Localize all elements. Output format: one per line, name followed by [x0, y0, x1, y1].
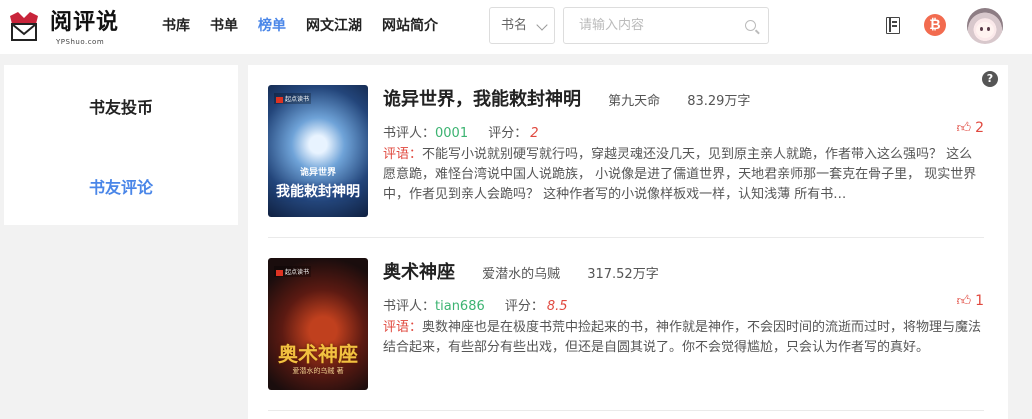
divider — [268, 237, 984, 238]
avatar-eye — [980, 27, 983, 31]
review-meta: 书评人：tian686 评分： 8.5 — [383, 295, 568, 314]
user-avatar[interactable] — [967, 8, 1003, 44]
nav-item-library[interactable]: 书库 — [162, 16, 190, 36]
nav-item-about[interactable]: 网站简介 — [382, 16, 438, 36]
sidebar-item-coin-voting[interactable]: 书友投币 — [4, 94, 238, 118]
review-label: 评语： — [383, 320, 423, 335]
chevron-down-icon — [536, 19, 548, 31]
word-count: 83.29万字 — [687, 94, 751, 109]
review-content: 不能写小说就别硬写就行吗，穿越灵魂还没几天，见到原主亲人就跪，作者带入这么强吗？… — [383, 147, 977, 202]
search-type-select[interactable]: 书名 — [489, 7, 555, 44]
score-label: 评分： — [504, 299, 544, 314]
cover-subtitle: 诡异世界 — [299, 168, 336, 178]
book-author[interactable]: 爱潜水的乌贼 — [482, 267, 560, 282]
nav-item-booklists[interactable]: 书单 — [210, 16, 238, 36]
review-text: 评语：不能写小说就别硬写就行吗，穿越灵魂还没几天，见到原主亲人就跪，作者带入这么… — [383, 145, 984, 205]
book-cover[interactable]: 起点读书 奥术神座 爱潜水的乌贼 著 — [268, 258, 368, 390]
logo-text: 阅评说 — [50, 9, 120, 35]
review-meta: 书评人：0001 评分： 2 — [383, 122, 539, 141]
review-card: 起点读书 诡异世界 我能敕封神明 诡异世界，我能敕封神明 第九天命 83.29万… — [268, 85, 984, 217]
cover-subtitle: 爱潜水的乌贼 著 — [292, 367, 344, 375]
nav-item-rankings[interactable]: 榜单 — [258, 16, 286, 36]
help-icon[interactable]: ? — [982, 71, 998, 87]
divider — [268, 410, 984, 411]
book-cover[interactable]: 起点读书 诡异世界 我能敕封神明 — [268, 85, 368, 217]
book-author[interactable]: 第九天命 — [608, 94, 660, 109]
sidebar: 书友投币 书友评论 — [4, 65, 238, 225]
score-value: 8.5 — [546, 299, 568, 314]
logo-subtext: YPShuo.com — [56, 38, 105, 46]
like-button[interactable]: 👍︎ 2 — [956, 119, 984, 136]
title-row: 奥术神座 爱潜水的乌贼 317.52万字 — [383, 258, 659, 284]
cover-publisher: 起点读书 — [274, 266, 312, 277]
search-type-value: 书名 — [501, 18, 528, 33]
thumbs-up-icon: 👍︎ — [956, 120, 972, 136]
site-logo[interactable]: 阅评说 YPShuo.com — [6, 4, 124, 48]
cover-title: 我能敕封神明 — [276, 184, 360, 200]
cover-publisher: 起点读书 — [274, 93, 312, 104]
reviewer-name[interactable]: 0001 — [435, 126, 468, 141]
like-button[interactable]: 👍︎ 1 — [956, 292, 984, 309]
thumbs-up-icon: 👍︎ — [956, 293, 972, 309]
avatar-face — [976, 22, 994, 38]
top-header: 阅评说 YPShuo.com 书库 书单 榜单 网文江湖 网站简介 书名 ₿ — [0, 0, 1032, 54]
reviewer-label: 书评人： — [383, 126, 436, 141]
like-count: 1 — [975, 293, 984, 309]
search-box — [563, 7, 769, 44]
score-label: 评分： — [488, 126, 528, 141]
title-row: 诡异世界，我能敕封神明 第九天命 83.29万字 — [383, 85, 750, 111]
book-title[interactable]: 诡异世界，我能敕封神明 — [383, 89, 581, 110]
search-icon[interactable] — [745, 20, 756, 31]
nav-item-jianghu[interactable]: 网文江湖 — [306, 16, 362, 36]
logo-mark-icon — [10, 12, 38, 41]
score-value: 2 — [530, 126, 539, 141]
sidebar-item-reviews[interactable]: 书友评论 — [4, 174, 238, 198]
review-label: 评语： — [383, 147, 423, 162]
avatar-eye — [987, 27, 990, 31]
reviewer-name[interactable]: tian686 — [435, 299, 485, 314]
coin-icon[interactable]: ₿ — [924, 14, 946, 36]
review-card: 起点读书 奥术神座 爱潜水的乌贼 著 奥术神座 爱潜水的乌贼 317.52万字 … — [268, 258, 984, 390]
bookshelf-icon[interactable] — [886, 17, 900, 34]
cover-title: 奥术神座 — [278, 342, 358, 366]
reviewer-label: 书评人： — [383, 299, 436, 314]
review-text: 评语：奥数神座也是在极度书荒中捡起来的书，神作就是神作，不会因时间的流逝而过时，… — [383, 318, 984, 358]
word-count: 317.52万字 — [587, 267, 659, 282]
book-title[interactable]: 奥术神座 — [383, 262, 455, 283]
main-nav: 书库 书单 榜单 网文江湖 网站简介 — [162, 16, 458, 36]
review-content: 奥数神座也是在极度书荒中捡起来的书，神作就是神作，不会因时间的流逝而过时，将物理… — [383, 320, 982, 355]
like-count: 2 — [975, 120, 984, 136]
search-input[interactable] — [579, 8, 739, 43]
